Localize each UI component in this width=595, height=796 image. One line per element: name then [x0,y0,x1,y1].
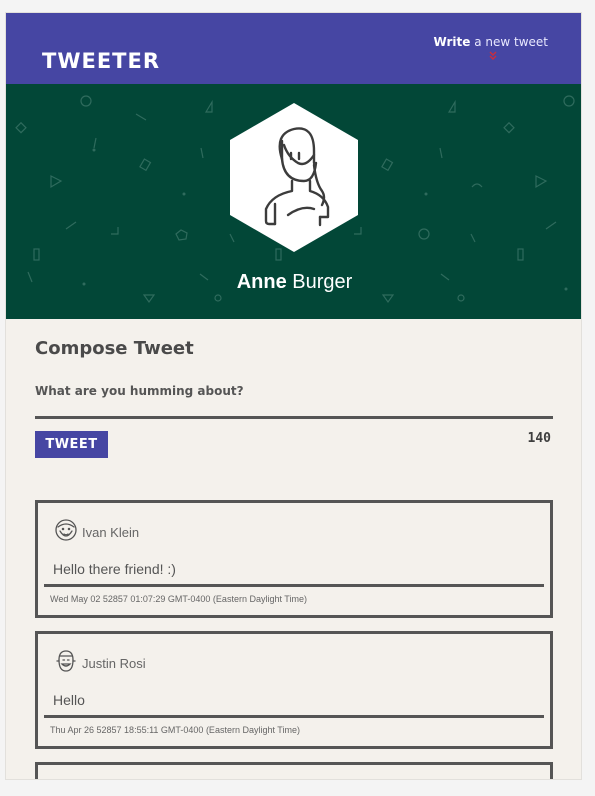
tweet-card [35,762,553,779]
profile-banner: Anne Burger [6,84,581,319]
compose-title: Compose Tweet [35,338,194,359]
tweet-divider [44,715,544,718]
write-link-bold: Write [433,35,471,49]
woman-avatar-icon [230,103,358,252]
tweet-author: Ivan Klein [82,525,140,540]
character-counter: 140 [527,431,551,446]
write-link-rest: a new tweet [470,35,548,49]
smiling-man-avatar-icon [56,650,76,672]
bearded-man-avatar-icon [55,519,77,541]
app-window: TWEETER Write a new tweet Anne Burger Co… [5,12,582,780]
tweet-author: Justin Rosi [82,656,146,671]
tweet-divider [44,584,544,587]
tweet-card: Ivan Klein Hello there friend! :) Wed Ma… [35,500,553,618]
tweet-text: Hello [53,692,85,708]
compose-textarea[interactable] [35,401,553,419]
tweet-text: Hello there friend! :) [53,561,176,577]
compose-prompt-label: What are you humming about? [35,384,244,398]
tweet-timestamp: Thu Apr 26 52857 18:55:11 GMT-0400 (East… [50,725,300,735]
double-chevron-down-icon[interactable] [488,51,498,61]
tweet-card: Justin Rosi Hello Thu Apr 26 52857 18:55… [35,631,553,749]
brand-logo: TWEETER [42,49,161,73]
write-new-tweet-link[interactable]: Write a new tweet [433,35,548,49]
tweet-button[interactable]: TWEET [35,431,108,458]
profile-last-name: Burger [286,271,353,293]
tweet-timestamp: Wed May 02 52857 01:07:29 GMT-0400 (East… [50,594,307,604]
profile-name: Anne Burger [6,271,581,294]
profile-first-name: Anne [236,271,287,293]
top-bar: TWEETER Write a new tweet [6,13,581,84]
